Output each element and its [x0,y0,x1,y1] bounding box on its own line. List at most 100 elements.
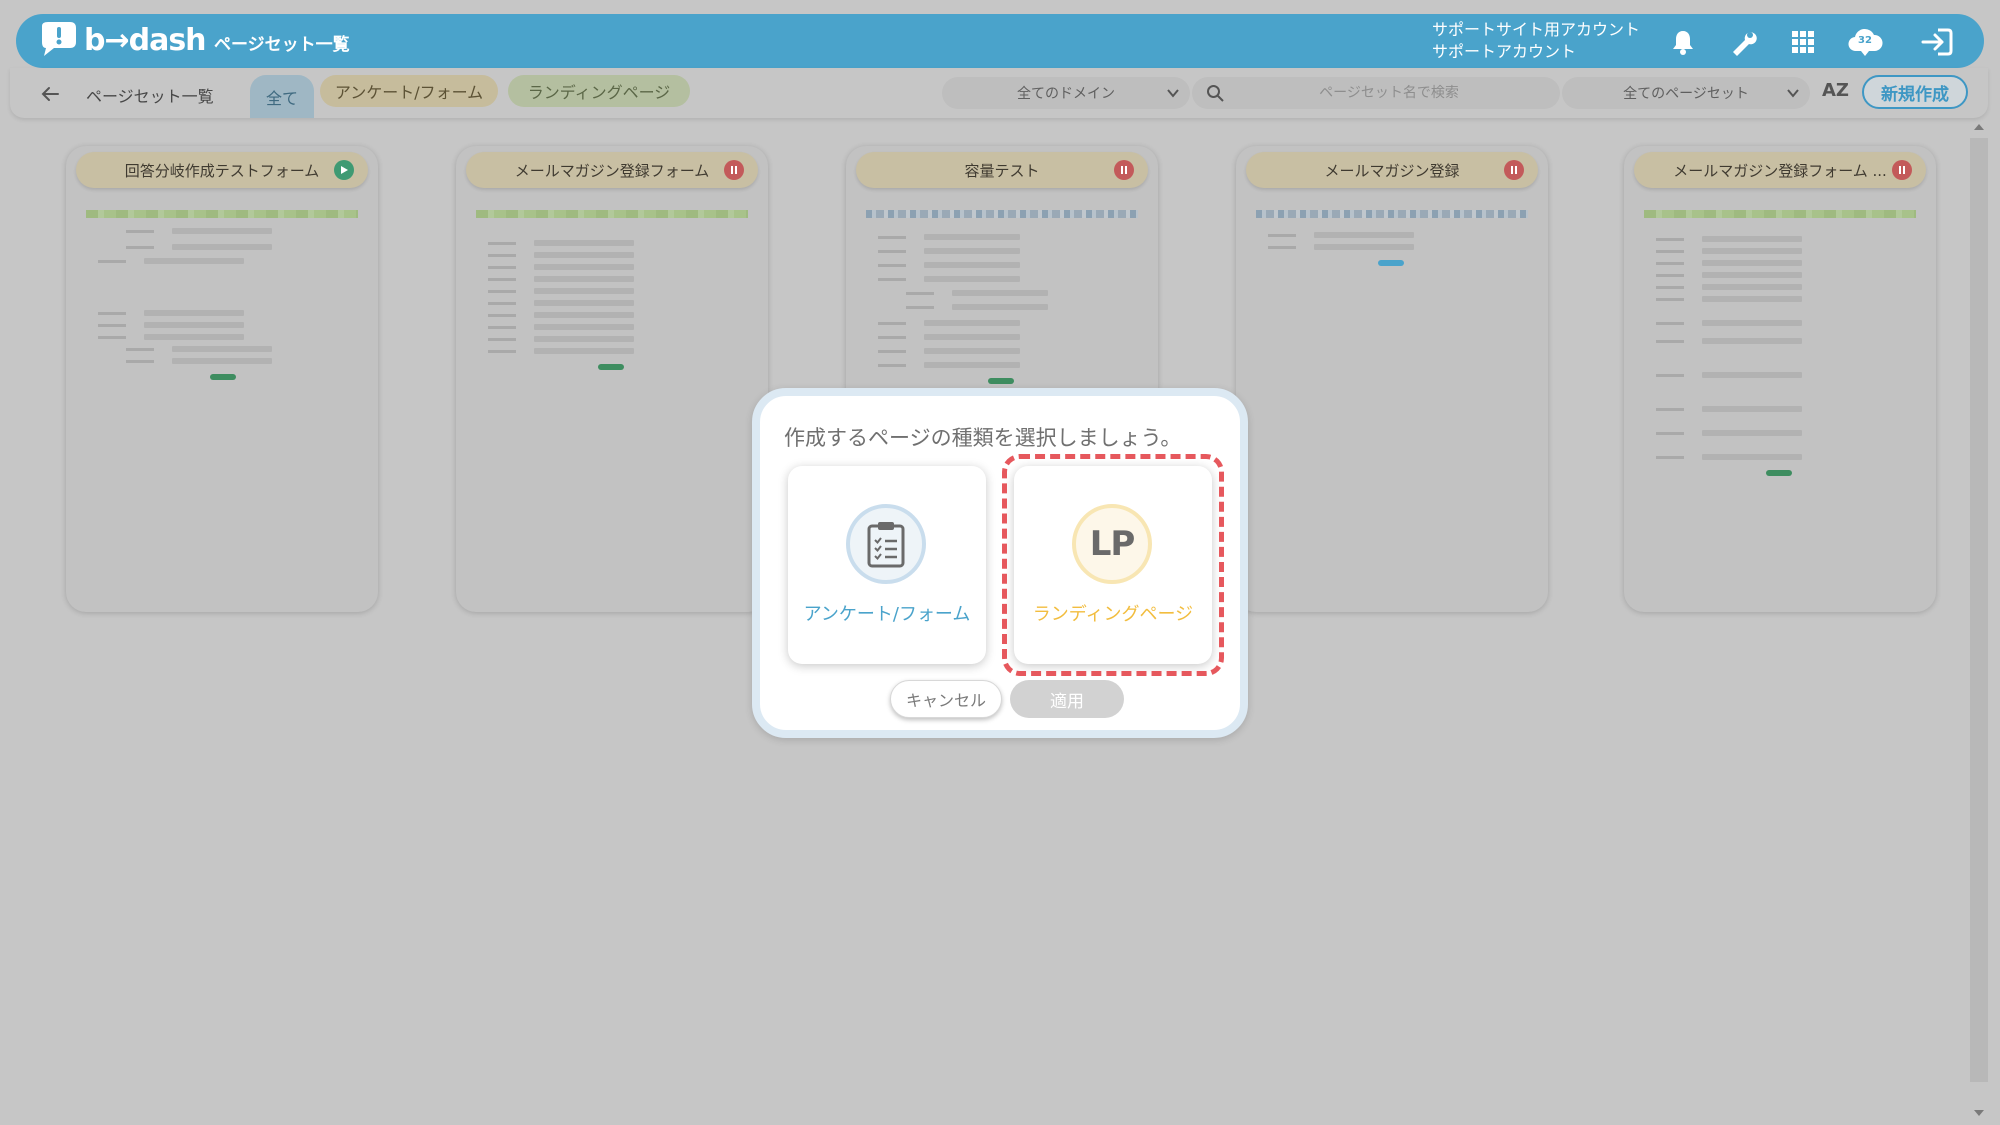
thumbnail-label [878,336,906,339]
thumbnail-field [1702,372,1802,378]
thumbnail-label [488,350,516,353]
thumbnail-label [1656,262,1684,265]
scrollbar-thumb[interactable] [1970,138,1988,1082]
thumbnail-field [534,276,634,282]
toolbar: ページセット一覧 全て アンケート/フォーム ランディングページ 全てのドメイン… [10,68,1988,118]
thumbnail-field [924,362,1020,368]
thumbnail-label [126,230,154,233]
domain-select[interactable]: 全てのドメイン [942,77,1190,109]
thumbnail-label [488,302,516,305]
thumbnail-label [878,278,906,281]
page-thumbnail[interactable] [476,210,748,590]
card-title: メールマガジン登録フォーム ... [1673,161,1887,180]
card-title-pill[interactable]: メールマガジン登録フォーム [466,152,758,188]
tab-all[interactable]: 全て [250,75,314,118]
thumbnail-field [534,240,634,246]
apply-button[interactable]: 適用 [1010,680,1124,718]
pause-icon[interactable] [1114,160,1134,180]
bdash-logo[interactable]: b→dash [36,22,207,58]
pageset-card[interactable]: メールマガジン登録フォーム [456,146,768,612]
search-box[interactable] [1192,77,1560,109]
card-title-pill[interactable]: 容量テスト [856,152,1148,188]
account-user: サポートアカウント [1432,42,1577,61]
option-survey-form[interactable]: アンケート/フォーム [788,466,986,664]
thumbnail-field [172,244,272,250]
thumbnail-label [488,278,516,281]
page-thumbnail[interactable] [1644,210,1916,590]
cancel-button[interactable]: キャンセル [890,680,1002,718]
tab-landing-page[interactable]: ランディングページ [508,75,690,107]
pause-icon[interactable] [724,160,744,180]
notification-count: 32 [1858,35,1872,46]
thumbnail-field [1702,248,1802,254]
page-thumbnail[interactable] [1256,210,1528,590]
card-title: 回答分岐作成テストフォーム [124,161,320,180]
thumbnail-label [1268,234,1296,237]
pageset-select[interactable]: 全てのページセット [1562,77,1810,109]
scroll-down-arrow-icon[interactable] [1973,1108,1985,1118]
thumbnail-label [1656,238,1684,241]
logo-text: b→dash [84,22,207,58]
thumbnail-field [1702,338,1802,344]
chevron-down-icon [1787,89,1799,98]
play-icon[interactable] [334,160,354,180]
search-icon [1207,85,1224,102]
pageset-card[interactable]: メールマガジン登録フォーム ... [1624,146,1936,612]
thumbnail-field [1702,296,1802,302]
thumbnail-header-band [1644,210,1916,218]
pageset-card[interactable]: 回答分岐作成テストフォーム [66,146,378,612]
scroll-up-arrow-icon[interactable] [1973,122,1985,132]
card-title-pill[interactable]: メールマガジン登録フォーム ... [1634,152,1926,188]
thumbnail-field [172,228,272,234]
vertical-scrollbar[interactable] [1968,118,1990,1125]
logout-icon[interactable] [1920,27,1954,57]
account-name: サポートサイト用アカウント [1432,20,1641,39]
thumbnail-field [924,334,1020,340]
tab-survey-form[interactable]: アンケート/フォーム [320,75,498,107]
thumbnail-label [1268,246,1296,249]
thumbnail-field [534,348,634,354]
thumbnail-field [924,348,1020,354]
pause-icon[interactable] [1892,160,1912,180]
thumbnail-label [488,338,516,341]
option-survey-form-label: アンケート/フォーム [803,604,971,625]
apps-grid-icon[interactable] [1788,27,1818,57]
thumbnail-field [952,304,1048,310]
card-title-pill[interactable]: 回答分岐作成テストフォーム [76,152,368,188]
thumbnail-label [98,336,126,339]
thumbnail-label [98,324,126,327]
page-thumbnail[interactable] [86,210,358,590]
thumbnail-field [534,252,634,258]
thumbnail-field [534,336,634,342]
back-arrow-icon[interactable] [38,82,62,106]
thumbnail-field [924,320,1020,326]
new-create-button[interactable]: 新規作成 [1862,75,1968,109]
thumbnail-submit-button [1766,470,1792,476]
notification-cloud-icon[interactable]: 32 [1846,27,1884,57]
thumbnail-label [878,322,906,325]
thumbnail-field [1702,454,1802,460]
card-title: メールマガジン登録フォーム [514,161,710,180]
thumbnail-label [878,364,906,367]
thumbnail-field [952,290,1048,296]
thumbnail-label [878,250,906,253]
wrench-icon[interactable] [1728,27,1758,57]
thumbnail-label [1656,456,1684,459]
thumbnail-label [126,348,154,351]
thumbnail-label [488,326,516,329]
search-input[interactable] [1234,77,1544,109]
thumbnail-label [488,242,516,245]
thumbnail-field [1702,236,1802,242]
page-title: ページセット一覧 [214,35,350,55]
thumbnail-label [878,350,906,353]
thumbnail-field [144,334,244,340]
thumbnail-submit-button [210,374,236,380]
thumbnail-label [488,254,516,257]
bell-icon[interactable] [1668,27,1698,57]
sort-az-icon[interactable]: AZ [1822,80,1849,101]
account-info[interactable]: サポートサイト用アカウント サポートアカウント [1432,19,1640,63]
pause-icon[interactable] [1504,160,1524,180]
card-title-pill[interactable]: メールマガジン登録 [1246,152,1538,188]
thumbnail-field [144,310,244,316]
pageset-card[interactable]: メールマガジン登録 [1236,146,1548,612]
